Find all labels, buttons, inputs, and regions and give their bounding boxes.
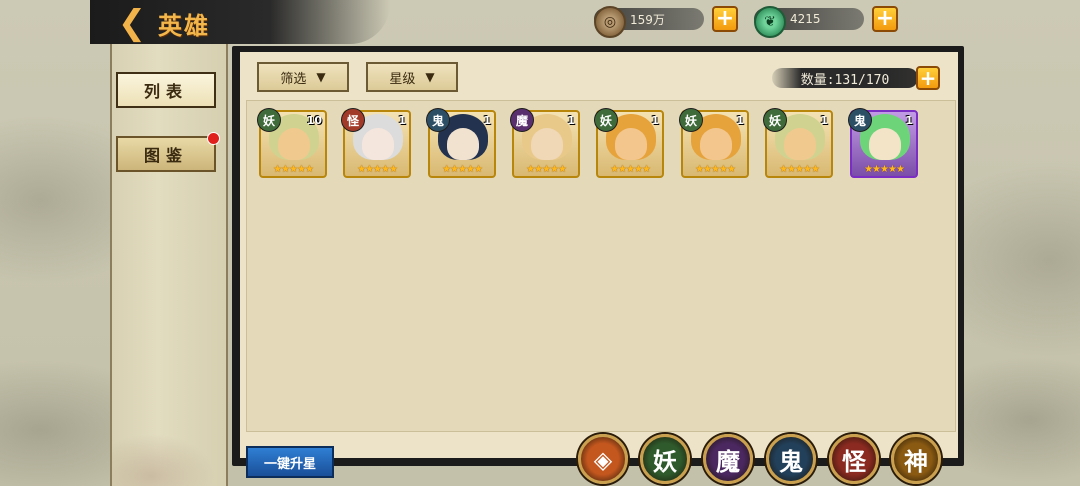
hero-face (615, 128, 647, 160)
star-rating: ★★★★★ (610, 164, 651, 175)
hero-level: 1 (736, 114, 744, 127)
hero-face (278, 128, 310, 160)
faction-badge: 鬼 (848, 108, 872, 132)
faction-badge: 妖 (257, 108, 281, 132)
faction-badge: 怪 (341, 108, 365, 132)
filter-dropdown[interactable]: 筛选 ▼ (257, 62, 349, 92)
sidebar-item-label: 图鉴 (143, 146, 188, 165)
faction-gui-button[interactable]: 鬼 (766, 434, 816, 484)
star-dropdown[interactable]: 星级 ▼ (366, 62, 458, 92)
faction-mo-button[interactable]: 魔 (703, 434, 753, 484)
hero-card[interactable]: 妖 1 ★★★★★ (763, 108, 833, 178)
faction-badge: 妖 (763, 108, 787, 132)
faction-badge: 鬼 (426, 108, 450, 132)
hero-card[interactable]: 鬼 1 ★★★★★ (426, 108, 496, 178)
chevron-down-icon: ▼ (316, 70, 326, 84)
jade-icon: ❦ (754, 6, 786, 38)
hero-face (447, 128, 479, 160)
all-factions-button[interactable]: ◈ (578, 434, 628, 484)
add-jade-button[interactable]: + (872, 6, 898, 32)
page-title: 英雄 (158, 11, 210, 40)
chevron-down-icon: ▼ (425, 70, 435, 84)
star-rating: ★★★★★ (442, 164, 483, 175)
faction-badge: 妖 (679, 108, 703, 132)
faction-shen-button[interactable]: 神 (891, 434, 941, 484)
star-rating: ★★★★★ (864, 164, 905, 175)
faction-guai-button[interactable]: 怪 (829, 434, 879, 484)
faction-filter-label: 怪 (842, 446, 866, 476)
hero-face (362, 128, 394, 160)
notification-badge (207, 132, 220, 145)
star-rating: ★★★★★ (357, 164, 398, 175)
hero-face (784, 128, 816, 160)
hero-count: 数量:131/170 (772, 68, 918, 88)
sidebar-item-collection[interactable]: 图鉴 (116, 132, 220, 172)
one-click-upgrade-button[interactable]: 一键升星 (246, 446, 334, 478)
hero-level: 10 (306, 114, 322, 127)
faction-badge: 妖 (594, 108, 618, 132)
hero-card[interactable]: 怪 1 ★★★★★ (341, 108, 411, 178)
filter-label: 筛选 (280, 71, 307, 87)
star-rating: ★★★★★ (779, 164, 820, 175)
star-rating: ★★★★★ (695, 164, 736, 175)
hero-level: 1 (567, 114, 575, 127)
hero-level: 1 (398, 114, 406, 127)
faction-filter-label: 神 (904, 446, 928, 476)
hero-face (700, 128, 732, 160)
hero-card[interactable]: 魔 1 ★★★★★ (510, 108, 580, 178)
all-factions-icon: ◈ (593, 444, 613, 474)
star-rating: ★★★★★ (526, 164, 567, 175)
chevron-left-icon: ❮ (117, 3, 147, 43)
sidebar-item-list[interactable]: 列表 (116, 72, 216, 108)
hero-level: 1 (905, 114, 913, 127)
hero-level: 1 (820, 114, 828, 127)
coin-currency: ◎ 159万 + (594, 6, 738, 38)
sidebar-item-label: 列表 (143, 82, 188, 101)
star-rating: ★★★★★ (273, 164, 314, 175)
hero-level: 1 (651, 114, 659, 127)
hero-card[interactable]: 妖 1 ★★★★★ (679, 108, 749, 178)
hero-card[interactable]: 鬼 1 ★★★★★ (848, 108, 918, 178)
star-label: 星级 (389, 71, 416, 87)
hero-level: 1 (483, 114, 491, 127)
expand-capacity-button[interactable]: + (916, 66, 940, 90)
coin-icon: ◎ (594, 6, 626, 38)
faction-yao-button[interactable]: 妖 (640, 434, 690, 484)
faction-filter-label: 妖 (653, 446, 677, 476)
hero-card[interactable]: 妖 1 ★★★★★ (594, 108, 664, 178)
faction-badge: 魔 (510, 108, 534, 132)
faction-filter-label: 魔 (716, 446, 740, 476)
back-button[interactable]: ❮ (114, 6, 150, 40)
faction-filter-label: 鬼 (779, 446, 803, 476)
hero-face (531, 128, 563, 160)
upgrade-label: 一键升星 (263, 456, 316, 472)
jade-currency: ❦ 4215 + (754, 6, 898, 38)
add-coin-button[interactable]: + (712, 6, 738, 32)
hero-card[interactable]: 妖 10 ★★★★★ (257, 108, 327, 178)
hero-face (869, 128, 901, 160)
